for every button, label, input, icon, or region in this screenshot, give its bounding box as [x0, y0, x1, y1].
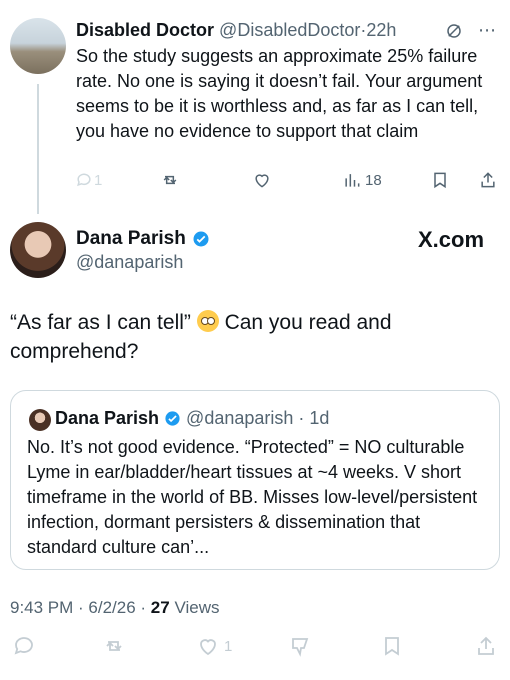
display-name: Dana Parish [55, 408, 160, 428]
avatar[interactable] [10, 18, 66, 74]
views-label: Views [169, 598, 220, 617]
repost-icon [163, 175, 177, 185]
handle[interactable]: @danaparish [76, 252, 183, 273]
reply-header: Disabled Doctor @DisabledDoctor·22h [76, 20, 396, 41]
bookmark-icon [434, 172, 446, 189]
views-button[interactable]: 18 [342, 170, 382, 190]
separator: · [298, 408, 305, 428]
views-count: 27 [150, 598, 170, 617]
quoted-tweet-text: No. It’s not good evidence. “Protected” … [27, 437, 478, 557]
tweet-text: “As far as I can tell” Can you read and … [10, 308, 500, 366]
reply-count: 1 [94, 171, 103, 189]
display-name[interactable]: Disabled Doctor [76, 20, 214, 40]
handle[interactable]: @DisabledDoctor [219, 20, 360, 40]
downvote-icon [292, 638, 309, 657]
timestamp: 1d [309, 408, 330, 428]
verified-badge-icon [193, 231, 209, 247]
quoted-tweet-header: Dana Parish @danaparish · 1d [55, 408, 329, 429]
repost-button[interactable] [102, 634, 126, 658]
bookmark-button[interactable] [380, 634, 404, 658]
heart-icon [200, 639, 216, 656]
header-icons: ⋯ [445, 20, 496, 41]
display-name[interactable]: Dana Parish [76, 228, 186, 250]
reply-text: So the study suggests an approximate 25%… [76, 46, 483, 141]
tweet-action-bar: 1 [0, 630, 510, 666]
reply-icon [14, 637, 33, 655]
bookmark-icon [385, 637, 399, 656]
thread-line [37, 84, 39, 214]
rolling-eyes-emoji-icon [196, 310, 219, 332]
more-icon[interactable]: ⋯ [478, 20, 496, 40]
reply-icon [77, 173, 91, 187]
views-count: 18 [365, 171, 382, 189]
like-button[interactable]: 1 [196, 634, 232, 658]
author-name-row: Dana Parish [76, 228, 210, 250]
bookmark-button[interactable] [430, 170, 450, 190]
handle: @danaparish [186, 408, 294, 428]
share-icon [478, 636, 494, 655]
share-button[interactable] [474, 634, 498, 658]
verified-badge-icon [165, 411, 180, 426]
reply-button[interactable]: 1 [74, 170, 102, 190]
like-count: 1 [224, 637, 233, 655]
repost-icon [106, 641, 122, 651]
grok-icon[interactable] [445, 22, 463, 40]
x-watermark: X.com [418, 227, 485, 252]
tweet-text-part: “As far as I can tell” [10, 311, 197, 334]
avatar[interactable] [10, 222, 66, 278]
tweet-meta: 9:43 PM · 6/2/26 · 27 Views [10, 598, 219, 618]
avatar [29, 409, 51, 431]
repost-button[interactable] [160, 170, 180, 190]
reply-button[interactable] [12, 634, 36, 658]
reply-action-bar: 1 18 [74, 170, 504, 196]
post-time[interactable]: 9:43 PM · 6/2/26 · [10, 598, 151, 617]
dislike-button[interactable] [288, 634, 312, 658]
heart-icon [255, 174, 269, 188]
like-button[interactable] [252, 170, 272, 190]
share-button[interactable] [478, 170, 498, 190]
share-icon [481, 172, 495, 188]
quoted-tweet[interactable]: Dana Parish @danaparish · 1d No. It’s not … [10, 390, 500, 570]
timestamp[interactable]: 22h [366, 20, 396, 40]
views-icon [345, 174, 360, 187]
